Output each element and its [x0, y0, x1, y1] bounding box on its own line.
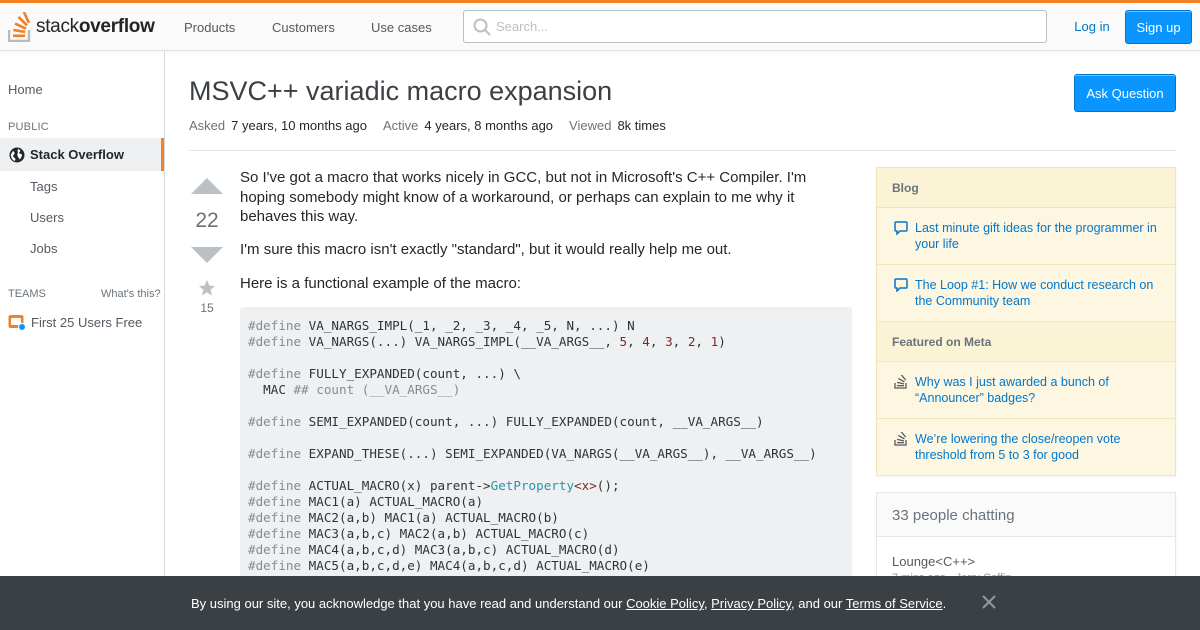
sidebar-heading-teams: TEAMS: [8, 288, 46, 300]
meta-item[interactable]: We’re lowering the close/reopen vote thr…: [877, 419, 1175, 476]
logo-text: stackoverflow: [36, 16, 155, 38]
cookie-separator: ,: [703, 596, 712, 611]
top-bar: stackoverflow Products Customers Use cas…: [0, 0, 1200, 51]
signup-button[interactable]: Sign up: [1125, 10, 1192, 44]
favorite-star-icon[interactable]: [198, 279, 216, 297]
asked-value[interactable]: 7 years, 10 months ago: [231, 118, 367, 133]
sidebar-item-tags[interactable]: Tags: [30, 179, 57, 194]
blog-link[interactable]: Last minute gift ideas for the programme…: [915, 220, 1160, 252]
left-sidebar: Home PUBLIC Stack Overflow Tags Users Jo…: [0, 51, 165, 630]
active-value[interactable]: 4 years, 8 months ago: [424, 118, 553, 133]
vote-count: 22: [195, 209, 219, 232]
search-input[interactable]: [496, 11, 1036, 42]
cookie-policy-link[interactable]: Cookie Policy: [626, 596, 704, 611]
blog-link[interactable]: The Loop #1: How we conduct research on …: [915, 277, 1160, 309]
sidebar-item-stack-overflow[interactable]: Stack Overflow: [0, 138, 164, 171]
speech-bubble-icon: [894, 278, 908, 292]
blog-item[interactable]: The Loop #1: How we conduct research on …: [877, 265, 1175, 322]
sidebar-item-jobs[interactable]: Jobs: [30, 241, 57, 256]
question-title[interactable]: MSVC++ variadic macro expansion: [189, 76, 612, 107]
meta-link[interactable]: We’re lowering the close/reopen vote thr…: [915, 431, 1160, 463]
asked-label: Asked: [189, 118, 226, 133]
meta-link[interactable]: Why was I just awarded a bunch of “Annou…: [915, 374, 1160, 406]
nav-customers[interactable]: Customers: [272, 3, 335, 51]
code-block: #define VA_NARGS_IMPL(_1, _2, _3, _4, _5…: [240, 307, 852, 587]
sidebar-item-label: First 25 Users Free: [31, 314, 143, 330]
sidebar-heading-public: PUBLIC: [8, 121, 49, 133]
blog-widget: Blog Last minute gift ideas for the prog…: [876, 167, 1176, 476]
sidebar-item-first-users[interactable]: First 25 Users Free: [8, 313, 142, 331]
sidebar-item-label: Stack Overflow: [30, 147, 124, 162]
viewed-label: Viewed: [569, 118, 612, 133]
downvote-arrow-icon[interactable]: [190, 246, 224, 264]
cookie-suffix: .: [942, 596, 947, 611]
search-box: [463, 10, 1047, 43]
meta-item[interactable]: Why was I just awarded a bunch of “Annou…: [877, 362, 1175, 419]
teams-briefcase-icon: [8, 315, 26, 331]
whats-this-link[interactable]: What's this?: [101, 288, 161, 300]
featured-meta-header: Featured on Meta: [877, 322, 1175, 362]
cookie-prefix: By using our site, you acknowledge that …: [191, 596, 627, 611]
logo-text-light: stack: [36, 16, 79, 37]
question-paragraph-3: Here is a functional example of the macr…: [240, 275, 521, 292]
title-divider: [189, 150, 1176, 151]
stack-exchange-meta-icon: [894, 375, 907, 389]
sidebar-item-home[interactable]: Home: [8, 82, 43, 97]
chat-room-link[interactable]: Lounge<C++>: [892, 554, 975, 569]
chat-header[interactable]: 33 people chatting: [877, 493, 1175, 537]
stackoverflow-logo[interactable]: stackoverflow: [8, 10, 155, 44]
favorite-count: 15: [200, 301, 214, 315]
nav-use-cases[interactable]: Use cases: [371, 3, 432, 51]
logo-text-bold: overflow: [78, 16, 155, 37]
close-icon[interactable]: [981, 594, 997, 610]
active-label: Active: [383, 118, 419, 133]
blog-item[interactable]: Last minute gift ideas for the programme…: [877, 208, 1175, 265]
question-meta: Asked 7 years, 10 months ago Active 4 ye…: [189, 118, 682, 133]
login-link[interactable]: Log in: [1068, 10, 1116, 43]
question-paragraph-1: So I've got a macro that works nicely in…: [240, 169, 807, 225]
ask-question-button[interactable]: Ask Question: [1074, 74, 1176, 112]
viewed-value: 8k times: [617, 118, 666, 133]
cookie-separator: , and our: [791, 596, 846, 611]
cookie-text: By using our site, you acknowledge that …: [191, 596, 946, 611]
privacy-policy-link[interactable]: Privacy Policy: [711, 596, 791, 611]
question-paragraph-2: I'm sure this macro isn't exactly "stand…: [240, 241, 732, 258]
stack-exchange-meta-icon: [894, 432, 907, 446]
globe-icon: [9, 147, 25, 162]
speech-bubble-icon: [894, 221, 908, 235]
sidebar-item-users[interactable]: Users: [30, 210, 64, 225]
cookie-banner: By using our site, you acknowledge that …: [0, 576, 1200, 630]
search-icon: [473, 18, 491, 36]
nav-products[interactable]: Products: [184, 3, 235, 51]
upvote-arrow-icon[interactable]: [190, 177, 224, 195]
terms-of-service-link[interactable]: Terms of Service: [846, 596, 943, 611]
stackoverflow-logo-icon: [8, 12, 31, 42]
blog-header: Blog: [877, 168, 1175, 208]
